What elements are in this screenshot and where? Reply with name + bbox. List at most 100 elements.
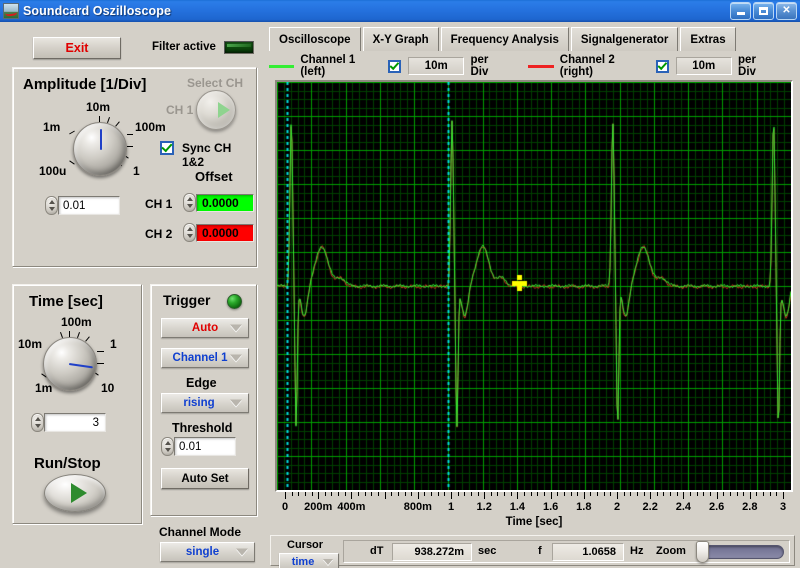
trigger-threshold-spinner[interactable]: [161, 437, 174, 456]
x-tick-label: 2: [613, 501, 621, 513]
zoom-slider-thumb[interactable]: [696, 541, 709, 563]
x-tick: [351, 492, 353, 499]
offset-title: Offset: [195, 169, 233, 184]
x-tick-label: 2.8: [742, 501, 758, 513]
x-tick: [577, 492, 579, 496]
offset-ch2-value[interactable]: 0.0000: [196, 223, 254, 242]
offset-ch1-spinner[interactable]: [183, 193, 196, 212]
channel-1-per-div-value[interactable]: 10m: [407, 57, 465, 75]
channel-2-label: Channel 2 (right): [559, 54, 615, 78]
cursor-mode-dropdown[interactable]: time: [279, 553, 339, 568]
x-axis-ticks: [275, 492, 793, 500]
channel-mode-value: single: [185, 546, 220, 558]
close-button[interactable]: ✕: [776, 2, 797, 20]
x-axis-title: Time [sec]: [505, 516, 563, 528]
trigger-title: Trigger: [163, 292, 211, 308]
trigger-edge-dropdown[interactable]: rising: [161, 393, 249, 413]
channel-mode-dropdown[interactable]: single: [160, 542, 255, 562]
trigger-threshold-field[interactable]: 0.01: [161, 437, 236, 456]
x-tick: [504, 492, 506, 496]
time-knob-label-10: 10: [101, 381, 115, 395]
trigger-mode-dropdown[interactable]: Auto: [161, 318, 249, 338]
amplitude-knob[interactable]: [73, 122, 127, 176]
tab-frequency-analysis[interactable]: Frequency Analysis: [440, 27, 569, 51]
offset-ch2-label: CH 2: [145, 227, 173, 241]
amplitude-value-field[interactable]: 0.01: [45, 196, 120, 215]
time-knob-label-100m: 100m: [61, 315, 92, 329]
left-control-panel: Exit Filter active Amplitude [1/Div] 10m…: [0, 22, 265, 568]
time-knob-label-10m: 10m: [18, 337, 43, 351]
time-knob-label-1: 1: [110, 337, 117, 351]
trigger-threshold-value[interactable]: 0.01: [174, 437, 236, 456]
channel-1-checkbox[interactable]: [388, 59, 401, 73]
amplitude-knob-label-100u: 100u: [39, 164, 67, 178]
x-tick: [371, 492, 373, 496]
offset-ch2-field[interactable]: 0.0000: [183, 223, 254, 242]
x-tick: [709, 492, 711, 496]
channel-2-color-swatch: [528, 64, 554, 68]
tab-signalgenerator[interactable]: Signalgenerator: [570, 27, 679, 51]
x-tick: [298, 492, 300, 496]
select-ch-title: Select CH: [187, 76, 244, 90]
x-tick: [743, 492, 745, 496]
frequency-value[interactable]: 1.0658: [552, 543, 624, 561]
x-tick: [537, 492, 539, 496]
x-tick: [670, 492, 672, 496]
zoom-slider-track[interactable]: [698, 545, 784, 559]
minimize-button[interactable]: [730, 2, 751, 20]
x-tick: [457, 492, 459, 496]
x-tick: [583, 492, 585, 499]
cursor-mode-value: time: [291, 556, 315, 568]
trigger-channel-dropdown[interactable]: Channel 1: [161, 348, 249, 368]
x-tick: [517, 492, 519, 499]
tab-xy-graph[interactable]: X-Y Graph: [362, 27, 439, 51]
title-bar: Soundcard Oszilloscope ✕: [0, 0, 800, 22]
x-tick: [411, 492, 413, 496]
amplitude-value[interactable]: 0.01: [58, 196, 120, 215]
cursor-title: Cursor: [287, 539, 324, 551]
auto-set-button[interactable]: Auto Set: [161, 468, 249, 489]
channel-2-per-div-value[interactable]: 10m: [675, 57, 733, 75]
offset-ch1-field[interactable]: 0.0000: [183, 193, 254, 212]
x-tick: [470, 492, 472, 496]
frequency-label: f: [538, 545, 542, 557]
x-tick: [285, 492, 286, 499]
channel-1-label: Channel 1 (left): [300, 54, 356, 78]
chevron-down-icon: [323, 559, 333, 565]
x-tick-label: 1.6: [542, 501, 559, 513]
x-tick: [424, 492, 426, 496]
waveform-canvas[interactable]: [277, 82, 791, 490]
x-tick-label: 3: [779, 501, 787, 513]
x-tick: [397, 492, 399, 496]
amplitude-spinner[interactable]: [45, 196, 58, 215]
exit-button[interactable]: Exit: [33, 37, 121, 59]
trigger-threshold-label: Threshold: [172, 421, 233, 435]
maximize-button[interactable]: [753, 2, 774, 20]
tab-extras[interactable]: Extras: [680, 27, 736, 51]
time-value-field[interactable]: 3: [31, 413, 106, 432]
run-stop-button[interactable]: [44, 474, 106, 512]
x-tick: [364, 492, 366, 496]
amplitude-knob-label-100m: 100m: [135, 120, 166, 134]
filter-active-indicator[interactable]: [224, 41, 254, 54]
x-tick: [769, 492, 771, 496]
trigger-channel-value: Channel 1: [172, 352, 228, 364]
chevron-down-icon: [236, 548, 248, 556]
time-value[interactable]: 3: [44, 413, 106, 432]
channel-controls-row: Channel 1 (left) 10m per Div Channel 2 (…: [269, 54, 796, 78]
time-spinner[interactable]: [31, 413, 44, 432]
x-tick: [324, 492, 326, 496]
offset-ch1-value[interactable]: 0.0000: [196, 193, 254, 212]
oscilloscope-plot[interactable]: [275, 80, 793, 492]
select-ch-value: CH 1: [166, 103, 194, 117]
amplitude-title: Amplitude [1/Div]: [23, 76, 147, 93]
offset-ch2-spinner[interactable]: [183, 223, 196, 242]
x-tick: [590, 492, 592, 496]
channel-2-checkbox[interactable]: [655, 59, 669, 73]
sync-ch-checkbox[interactable]: [160, 141, 174, 155]
time-knob[interactable]: [43, 337, 97, 391]
dt-value[interactable]: 938.272m: [392, 543, 472, 561]
select-ch-knob[interactable]: [196, 90, 236, 130]
x-tick: [563, 492, 565, 496]
tab-oscilloscope[interactable]: Oscilloscope: [269, 27, 361, 51]
